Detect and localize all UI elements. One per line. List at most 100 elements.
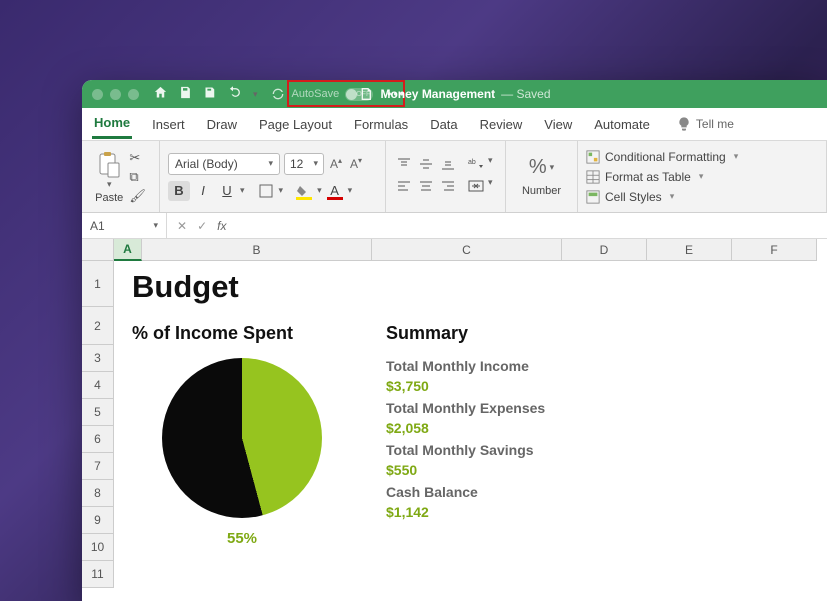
col-header-b[interactable]: B xyxy=(142,239,372,261)
percent-icon[interactable]: % xyxy=(529,156,547,179)
cut-icon[interactable]: ✂ xyxy=(129,150,146,166)
income-value: $3,750 xyxy=(386,378,809,394)
row-header-2[interactable]: 2 xyxy=(82,307,114,345)
row-header-4[interactable]: 4 xyxy=(82,372,114,399)
pct-header: % of Income Spent xyxy=(132,323,352,344)
align-left-icon[interactable] xyxy=(394,177,414,195)
cell-styles-label: Cell Styles xyxy=(605,190,662,204)
tab-view[interactable]: View xyxy=(542,111,574,138)
home-icon[interactable] xyxy=(153,85,168,103)
fx-icon[interactable]: fx xyxy=(217,219,226,233)
bold-button[interactable]: B xyxy=(168,181,190,201)
conditional-formatting-icon xyxy=(586,150,600,164)
file-name: Money Management xyxy=(380,87,495,101)
wrap-text-icon[interactable]: ab xyxy=(466,155,486,173)
row-header-6[interactable]: 6 xyxy=(82,426,114,453)
merge-cells-icon[interactable] xyxy=(466,177,486,195)
pct-value: 55% xyxy=(132,530,352,547)
number-format-dropdown-icon[interactable]: ▾ xyxy=(550,162,555,173)
undo-dropdown-icon[interactable]: ▾ xyxy=(253,89,258,100)
col-header-a[interactable]: A xyxy=(114,239,142,261)
col-header-c[interactable]: C xyxy=(372,239,562,261)
accept-formula-icon[interactable]: ✓ xyxy=(197,219,207,233)
svg-text:ab: ab xyxy=(468,159,476,166)
format-painter-icon[interactable]: 🖌 xyxy=(129,188,146,204)
fill-color-button[interactable] xyxy=(293,181,315,201)
tell-me-search[interactable]: Tell me xyxy=(676,116,734,132)
close-window-button[interactable] xyxy=(92,89,103,100)
save-copy-icon[interactable] xyxy=(203,85,218,103)
align-bottom-icon[interactable] xyxy=(438,155,458,173)
bulb-icon xyxy=(676,116,692,132)
tab-insert[interactable]: Insert xyxy=(150,111,187,138)
fill-color-dropdown-icon[interactable]: ▾ xyxy=(317,185,322,196)
row-header-9[interactable]: 9 xyxy=(82,507,114,534)
sheet-content[interactable]: Budget % of Income Spent 55% Summary Tot… xyxy=(114,261,827,601)
underline-button[interactable]: U xyxy=(216,181,238,201)
undo-icon[interactable] xyxy=(228,85,243,103)
border-button[interactable] xyxy=(255,181,277,201)
document-title[interactable]: Money Management — Saved xyxy=(358,86,550,102)
tab-automate[interactable]: Automate xyxy=(592,111,652,138)
font-name-select[interactable]: Arial (Body)▾ xyxy=(168,153,280,175)
underline-dropdown-icon[interactable]: ▾ xyxy=(240,185,245,196)
align-top-icon[interactable] xyxy=(394,155,414,173)
col-header-e[interactable]: E xyxy=(647,239,732,261)
row-header-1[interactable]: 1 xyxy=(82,261,114,307)
select-all-corner[interactable] xyxy=(82,239,114,261)
tab-draw[interactable]: Draw xyxy=(205,111,239,138)
save-status: — Saved xyxy=(501,87,550,101)
wrap-dropdown-icon[interactable]: ▾ xyxy=(488,155,493,173)
format-as-table-button[interactable]: Format as Table▾ xyxy=(586,168,818,186)
row-header-3[interactable]: 3 xyxy=(82,345,114,372)
align-right-icon[interactable] xyxy=(438,177,458,195)
savings-value: $550 xyxy=(386,462,809,478)
sync-icon xyxy=(270,86,286,102)
styles-group: Conditional Formatting▾ Format as Table▾… xyxy=(578,141,827,212)
number-group-label: Number xyxy=(522,185,561,197)
tab-data[interactable]: Data xyxy=(428,111,459,138)
name-box[interactable]: A1 ▾ xyxy=(82,213,167,238)
merge-dropdown-icon[interactable]: ▾ xyxy=(488,177,493,195)
paste-button[interactable]: ▾ Paste xyxy=(95,151,123,204)
tab-review[interactable]: Review xyxy=(478,111,525,138)
decrease-font-icon[interactable]: A▾ xyxy=(348,156,364,171)
page-title: Budget xyxy=(132,269,809,305)
cell-styles-icon xyxy=(586,190,600,204)
col-header-d[interactable]: D xyxy=(562,239,647,261)
conditional-formatting-button[interactable]: Conditional Formatting▾ xyxy=(586,148,818,166)
align-middle-icon[interactable] xyxy=(416,155,436,173)
row-header-5[interactable]: 5 xyxy=(82,399,114,426)
increase-font-icon[interactable]: A▴ xyxy=(328,156,344,171)
row-header-10[interactable]: 10 xyxy=(82,534,114,561)
save-icon[interactable] xyxy=(178,85,193,103)
row-header-7[interactable]: 7 xyxy=(82,453,114,480)
align-center-icon[interactable] xyxy=(416,177,436,195)
row-header-11[interactable]: 11 xyxy=(82,561,114,588)
font-name-value: Arial (Body) xyxy=(175,157,238,171)
font-color-button[interactable]: A xyxy=(324,181,346,201)
title-bar: ▾ AutoSave OFF ••• Money Management — Sa… xyxy=(82,80,827,108)
cell-styles-button[interactable]: Cell Styles▾ xyxy=(586,188,818,206)
formula-input[interactable] xyxy=(236,213,827,238)
tab-home[interactable]: Home xyxy=(92,109,132,139)
cancel-formula-icon[interactable]: ✕ xyxy=(177,219,187,233)
italic-button[interactable]: I xyxy=(192,181,214,201)
col-header-f[interactable]: F xyxy=(732,239,817,261)
tab-page-layout[interactable]: Page Layout xyxy=(257,111,334,138)
zoom-window-button[interactable] xyxy=(128,89,139,100)
ribbon-toolbar: ▾ Paste ✂ ⧉ 🖌 Arial (Body)▾ 12▾ A▴ xyxy=(82,141,827,213)
font-group: Arial (Body)▾ 12▾ A▴ A▾ B I U ▾ ▾ ▾ A xyxy=(160,141,386,212)
font-color-dropdown-icon[interactable]: ▾ xyxy=(348,185,353,196)
border-dropdown-icon[interactable]: ▾ xyxy=(279,185,284,196)
expenses-value: $2,058 xyxy=(386,420,809,436)
font-size-select[interactable]: 12▾ xyxy=(284,153,324,175)
tab-formulas[interactable]: Formulas xyxy=(352,111,410,138)
format-as-table-label: Format as Table xyxy=(605,170,691,184)
row-header-8[interactable]: 8 xyxy=(82,480,114,507)
window-controls xyxy=(92,89,139,100)
minimize-window-button[interactable] xyxy=(110,89,121,100)
paste-label: Paste xyxy=(95,192,123,204)
excel-file-icon xyxy=(358,86,374,102)
copy-icon[interactable]: ⧉ xyxy=(129,169,146,185)
